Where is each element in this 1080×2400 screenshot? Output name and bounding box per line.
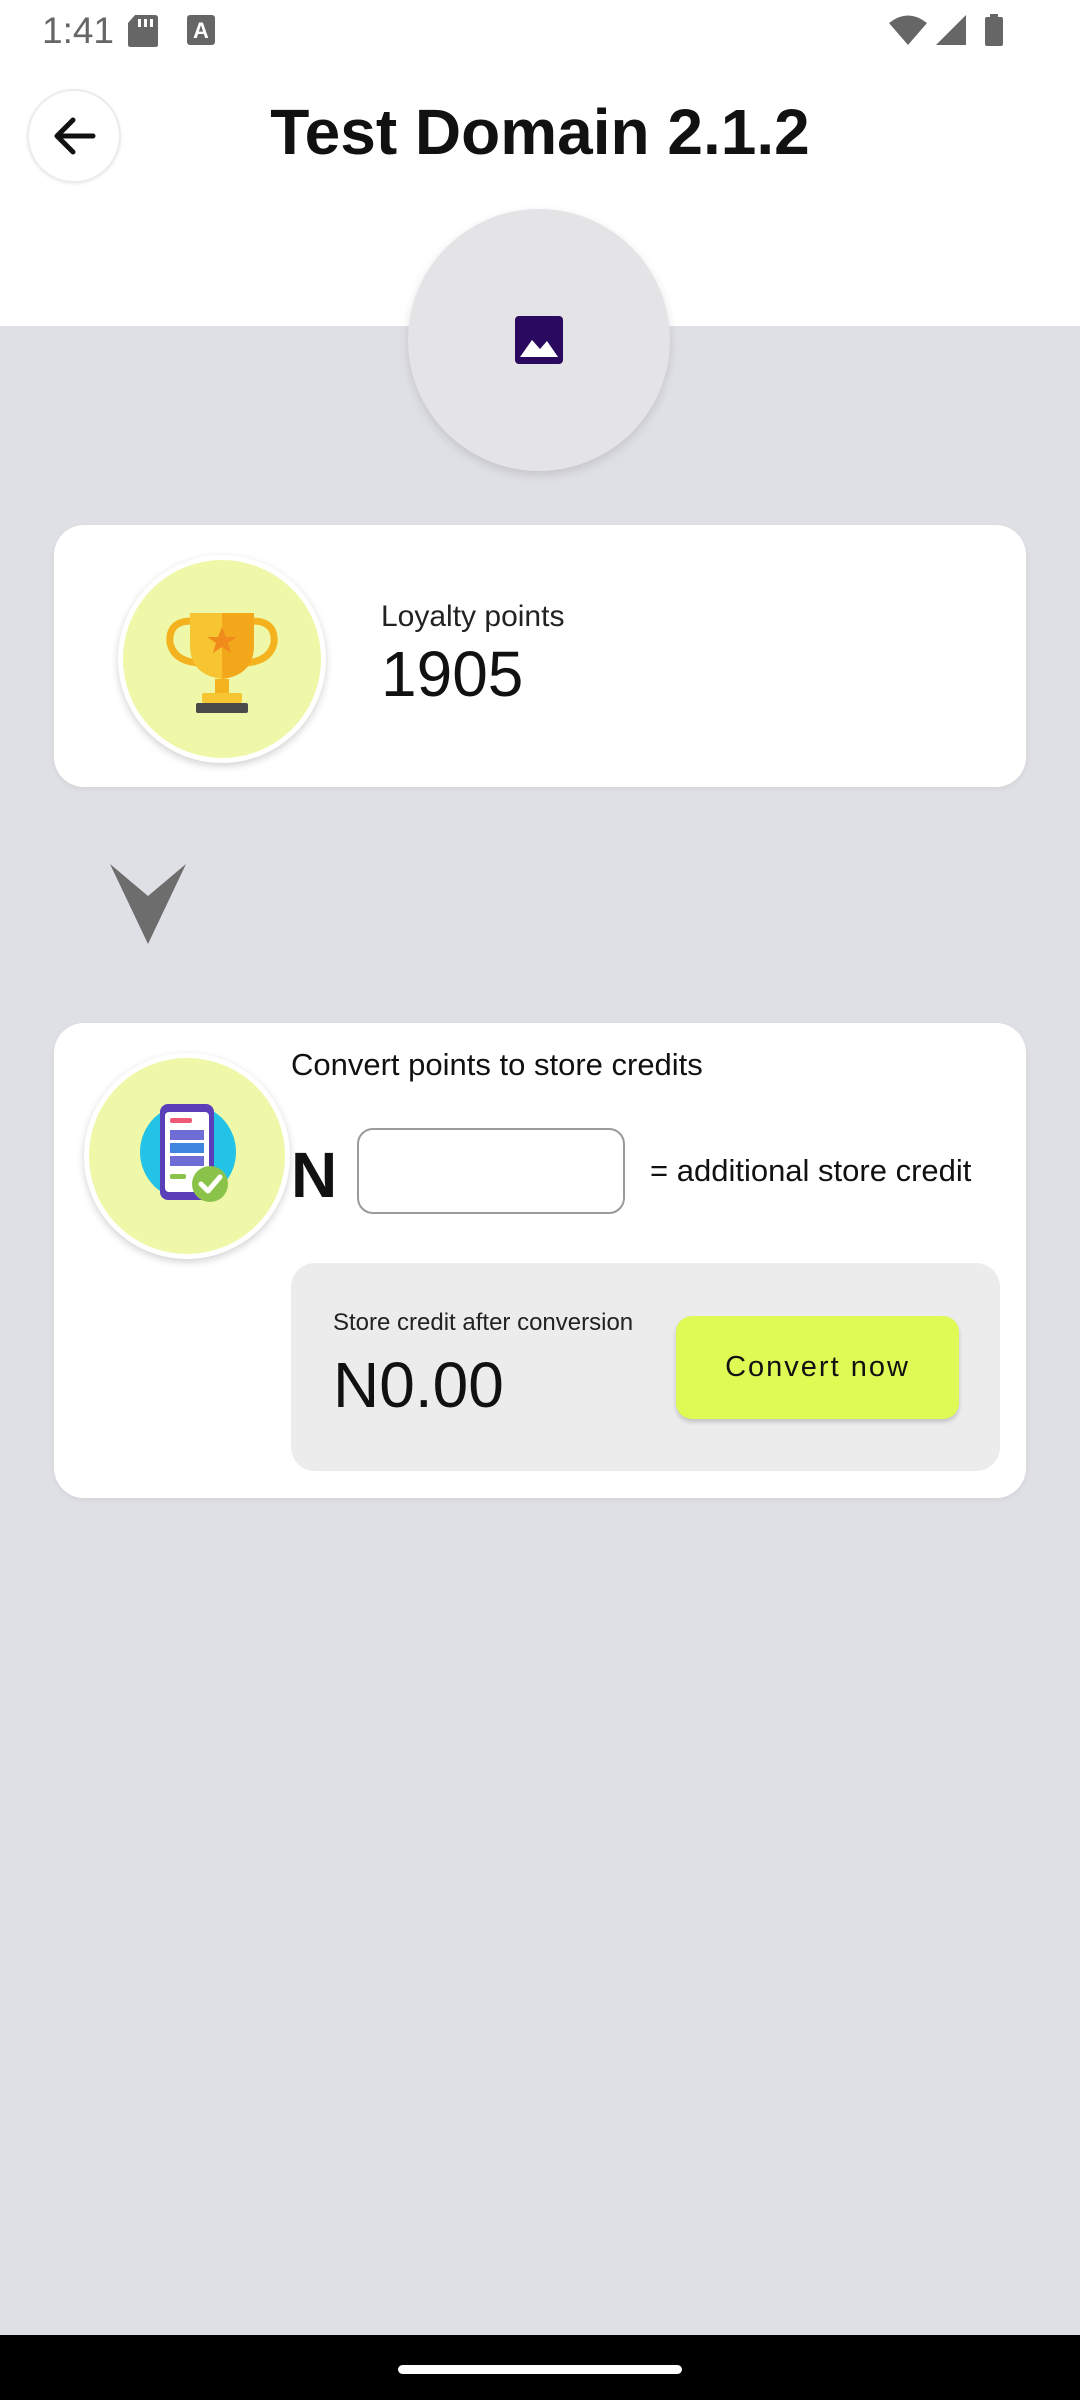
image-placeholder-icon <box>515 316 563 364</box>
svg-text:A: A <box>193 18 209 43</box>
sd-card-icon <box>128 15 158 47</box>
wifi-icon <box>889 15 927 45</box>
loyalty-points-label: Loyalty points <box>381 600 565 633</box>
convert-now-button[interactable]: Convert now <box>676 1316 959 1419</box>
system-nav-bar <box>0 2335 1080 2400</box>
keyboard-a-icon: A <box>187 15 215 45</box>
loyalty-points-value: 1905 <box>381 638 524 710</box>
trophy-badge <box>118 555 326 763</box>
convert-card: Convert points to store credits N = addi… <box>54 1023 1026 1498</box>
points-input[interactable] <box>357 1128 625 1214</box>
battery-icon <box>985 14 1003 46</box>
phone-check-icon <box>140 1104 236 1202</box>
page-title: Test Domain 2.1.2 <box>270 96 810 168</box>
convert-title: Convert points to store credits <box>291 1047 703 1082</box>
status-bar: 1:41 A <box>0 0 1080 62</box>
store-avatar[interactable] <box>408 209 670 471</box>
signal-icon <box>936 15 966 45</box>
down-chevron-icon <box>110 864 186 944</box>
status-time: 1:41 <box>42 10 115 51</box>
conversion-result-panel: Store credit after conversion N0.00 Conv… <box>291 1263 1000 1471</box>
trophy-icon <box>166 613 278 713</box>
loyalty-card: Loyalty points 1905 <box>54 525 1026 787</box>
store-credit-value: N0.00 <box>333 1349 504 1421</box>
additional-credit-label: = additional store credit <box>650 1153 972 1188</box>
currency-symbol: N <box>291 1139 338 1211</box>
home-indicator[interactable] <box>398 2365 682 2374</box>
phone-badge <box>84 1053 290 1259</box>
store-credit-label: Store credit after conversion <box>333 1309 634 1336</box>
